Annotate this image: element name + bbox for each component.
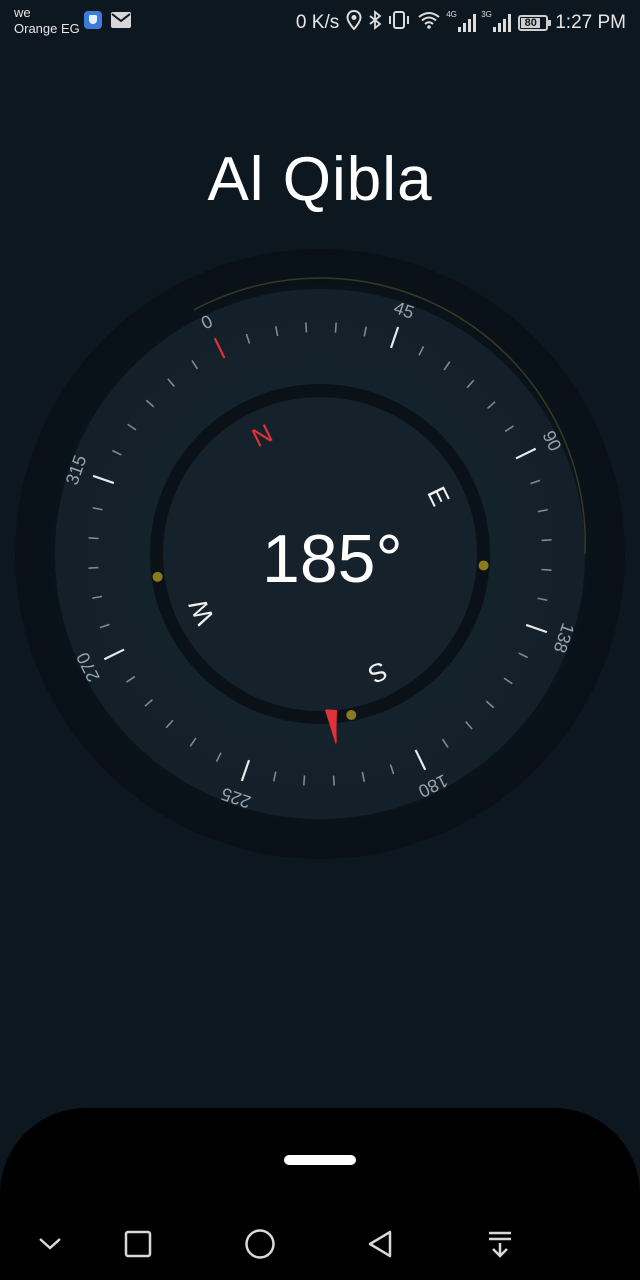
battery-icon: 80 (518, 15, 552, 31)
clock: 1:27 PM (555, 12, 626, 33)
notifications-icon[interactable] (478, 1222, 522, 1266)
compass-minor-tick (303, 775, 306, 786)
status-bar: we Orange EG 0 K/s 4G 3G 80 1:27 PM (0, 0, 640, 44)
page-title: Al Qibla (207, 145, 433, 214)
collapse-icon[interactable] (28, 1222, 72, 1266)
compass-minor-tick (334, 322, 337, 333)
location-icon (346, 9, 362, 36)
signal-3g-icon: 3G (481, 10, 512, 32)
heading-readout: 185° (262, 521, 403, 597)
carrier-line-2: Orange EG (14, 21, 80, 36)
drag-handle[interactable] (284, 1155, 356, 1165)
back-icon[interactable] (358, 1222, 402, 1266)
vibrate-icon (388, 10, 410, 36)
home-icon[interactable] (238, 1222, 282, 1266)
shield-icon (84, 11, 102, 29)
signal-4g-icon: 4G (446, 10, 477, 32)
carrier-line-1: we (14, 5, 31, 20)
net-speed: 0 K/s (295, 12, 340, 33)
compass-minor-tick (332, 775, 335, 786)
compass-marker-dot (346, 709, 357, 720)
compass-marker-dot (478, 560, 489, 571)
bluetooth-icon (369, 10, 382, 36)
compass-minor-tick (88, 566, 99, 569)
navigation-bar (0, 1210, 640, 1280)
wifi-icon (417, 11, 441, 35)
compass-marker-dot (152, 571, 163, 582)
compass-minor-tick (541, 568, 552, 571)
compass-minor-tick (541, 539, 552, 542)
mail-icon (110, 11, 132, 34)
recents-icon[interactable] (116, 1222, 160, 1266)
carrier-info: we Orange EG (14, 5, 80, 37)
compass-minor-tick (88, 537, 99, 540)
compass-minor-tick (305, 322, 308, 333)
